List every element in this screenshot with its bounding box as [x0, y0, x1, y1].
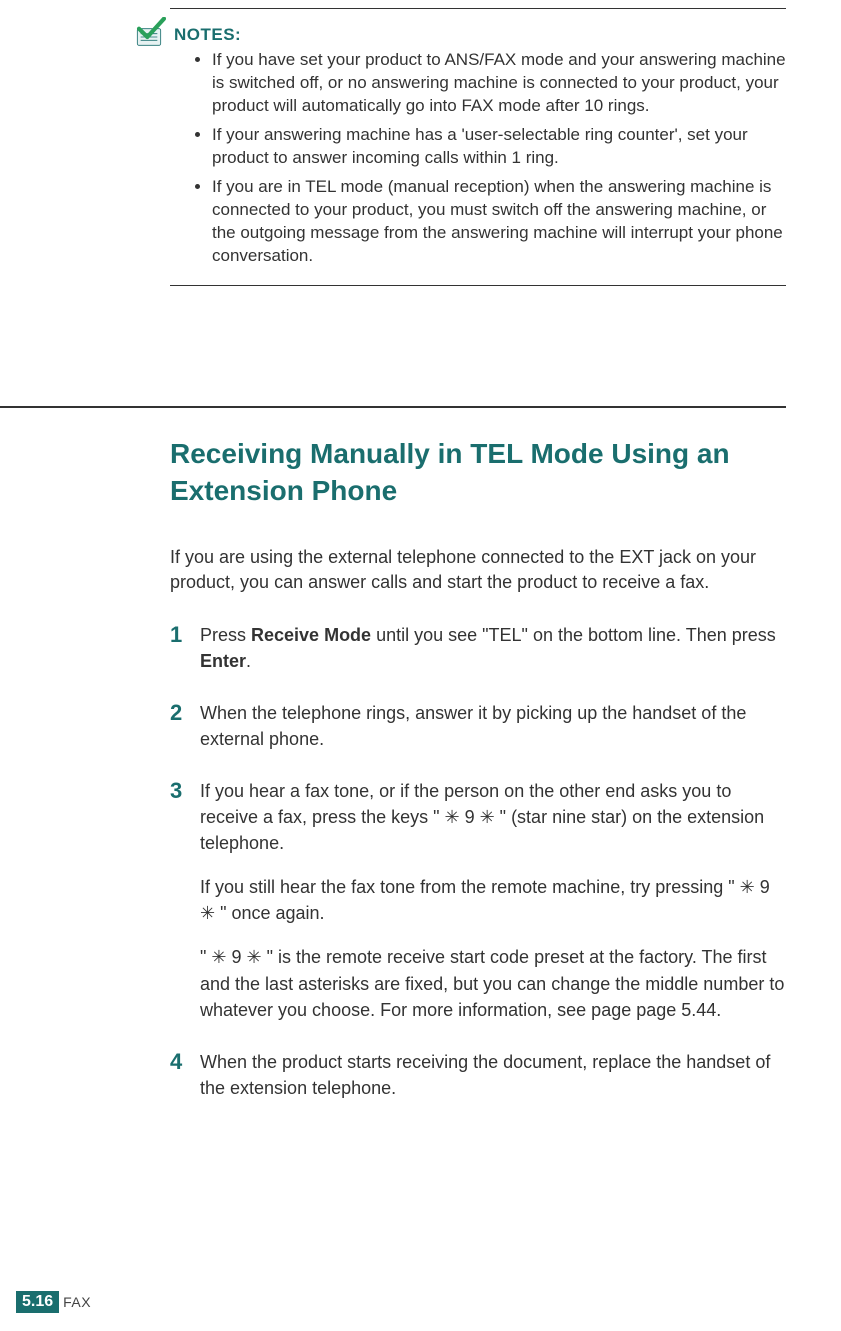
text-fragment: Press	[200, 625, 251, 645]
page-number: 5.16	[16, 1291, 59, 1313]
step-number: 1	[170, 622, 200, 646]
bold-fragment: Enter	[200, 651, 246, 671]
step-2: 2 When the telephone rings, answer it by…	[170, 700, 786, 752]
section-intro: If you are using the external telephone …	[170, 545, 786, 595]
step-text: When the product starts receiving the do…	[200, 1049, 786, 1101]
step-text: " ✳ 9 ✳ " is the remote receive start co…	[200, 944, 786, 1022]
notes-list: If you have set your product to ANS/FAX …	[170, 49, 786, 267]
footer-label: FAX	[63, 1294, 91, 1310]
notes-box: NOTES: If you have set your product to A…	[170, 8, 786, 286]
step-number: 2	[170, 700, 200, 724]
section-divider	[0, 406, 786, 408]
page-footer: 5.16 FAX	[16, 1291, 91, 1313]
notes-item: If you are in TEL mode (manual reception…	[212, 176, 786, 268]
step-text: When the telephone rings, answer it by p…	[200, 700, 786, 752]
text-fragment: .	[246, 651, 251, 671]
step-number: 4	[170, 1049, 200, 1073]
step-1: 1 Press Receive Mode until you see "TEL"…	[170, 622, 786, 674]
step-body: Press Receive Mode until you see "TEL" o…	[200, 622, 786, 674]
step-3: 3 If you hear a fax tone, or if the pers…	[170, 778, 786, 1023]
step-4: 4 When the product starts receiving the …	[170, 1049, 786, 1101]
section-heading: Receiving Manually in TEL Mode Using an …	[170, 436, 786, 509]
step-body: When the product starts receiving the do…	[200, 1049, 786, 1101]
notes-header: NOTES:	[170, 15, 786, 45]
step-text: Press Receive Mode until you see "TEL" o…	[200, 622, 786, 674]
text-fragment: until you see "TEL" on the bottom line. …	[371, 625, 776, 645]
step-body: If you hear a fax tone, or if the person…	[200, 778, 786, 1023]
bold-fragment: Receive Mode	[251, 625, 371, 645]
step-body: When the telephone rings, answer it by p…	[200, 700, 786, 752]
step-text: If you hear a fax tone, or if the person…	[200, 778, 786, 856]
checkmark-note-icon	[132, 17, 166, 47]
notes-title: NOTES:	[174, 25, 241, 45]
notes-item: If you have set your product to ANS/FAX …	[212, 49, 786, 118]
notes-item: If your answering machine has a 'user-se…	[212, 124, 786, 170]
step-number: 3	[170, 778, 200, 802]
step-text: If you still hear the fax tone from the …	[200, 874, 786, 926]
